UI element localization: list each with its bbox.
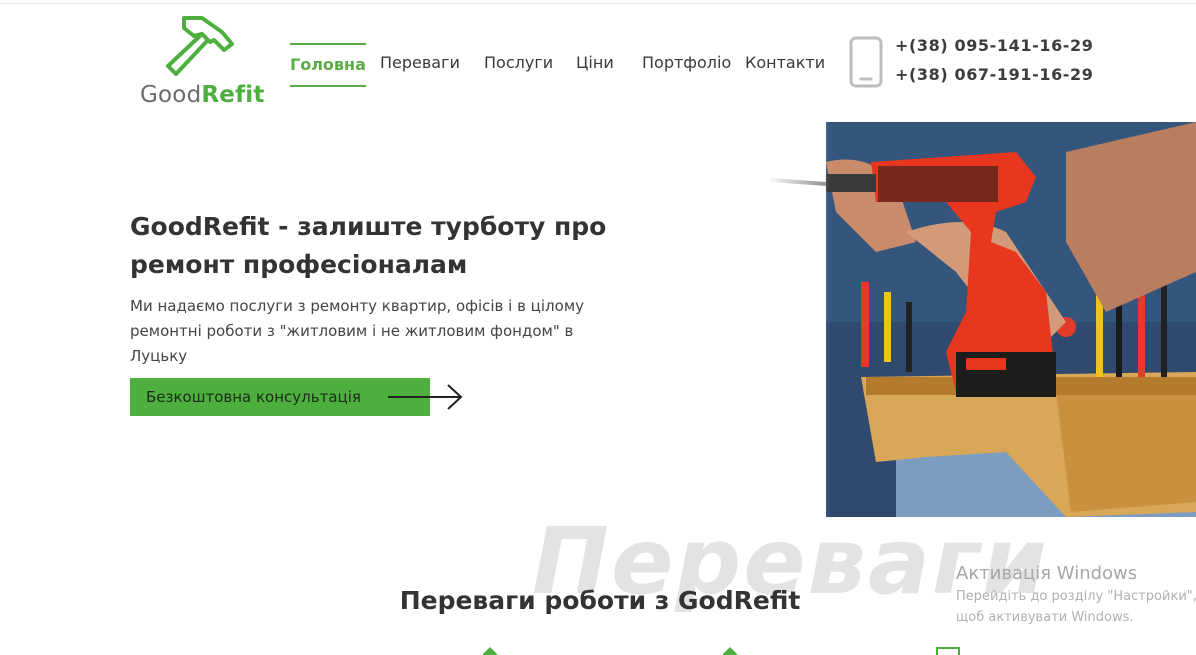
hero-description: Ми надаємо послуги з ремонту квартир, оф… [130, 297, 585, 365]
logo[interactable]: GoodRefit [140, 12, 280, 112]
arrow-right-icon [388, 384, 463, 410]
phone-number-2[interactable]: +(38) 067-191-16-29 [895, 65, 1094, 84]
windows-activation-text: Перейдіть до розділу "Настройки", щоб ак… [956, 589, 1196, 625]
nav-portfolio[interactable]: Портфоліо [642, 43, 731, 87]
logo-text: GoodRefit [140, 82, 265, 108]
smartphone-icon [849, 36, 883, 88]
nav-prices[interactable]: Ціни [576, 43, 614, 87]
nav-advantages[interactable]: Переваги [380, 43, 460, 87]
free-consultation-button[interactable]: Безкоштовна консультація [130, 378, 430, 416]
feature-icon [482, 647, 498, 655]
nav-contacts[interactable]: Контакти [745, 43, 825, 87]
hammer-icon [166, 16, 234, 76]
phone-number-1[interactable]: +(38) 095-141-16-29 [895, 36, 1094, 55]
top-border [0, 0, 1196, 4]
hero-title: GoodRefit - залиште турботу про ремонт п… [130, 212, 607, 279]
feature-icon [722, 647, 738, 655]
nav-services[interactable]: Послуги [484, 43, 553, 87]
nav-home[interactable]: Головна [290, 43, 366, 87]
feature-icon [936, 647, 960, 655]
worker-with-drill-photo [766, 122, 1196, 517]
windows-activation-title: Активація Windows [956, 563, 1138, 584]
